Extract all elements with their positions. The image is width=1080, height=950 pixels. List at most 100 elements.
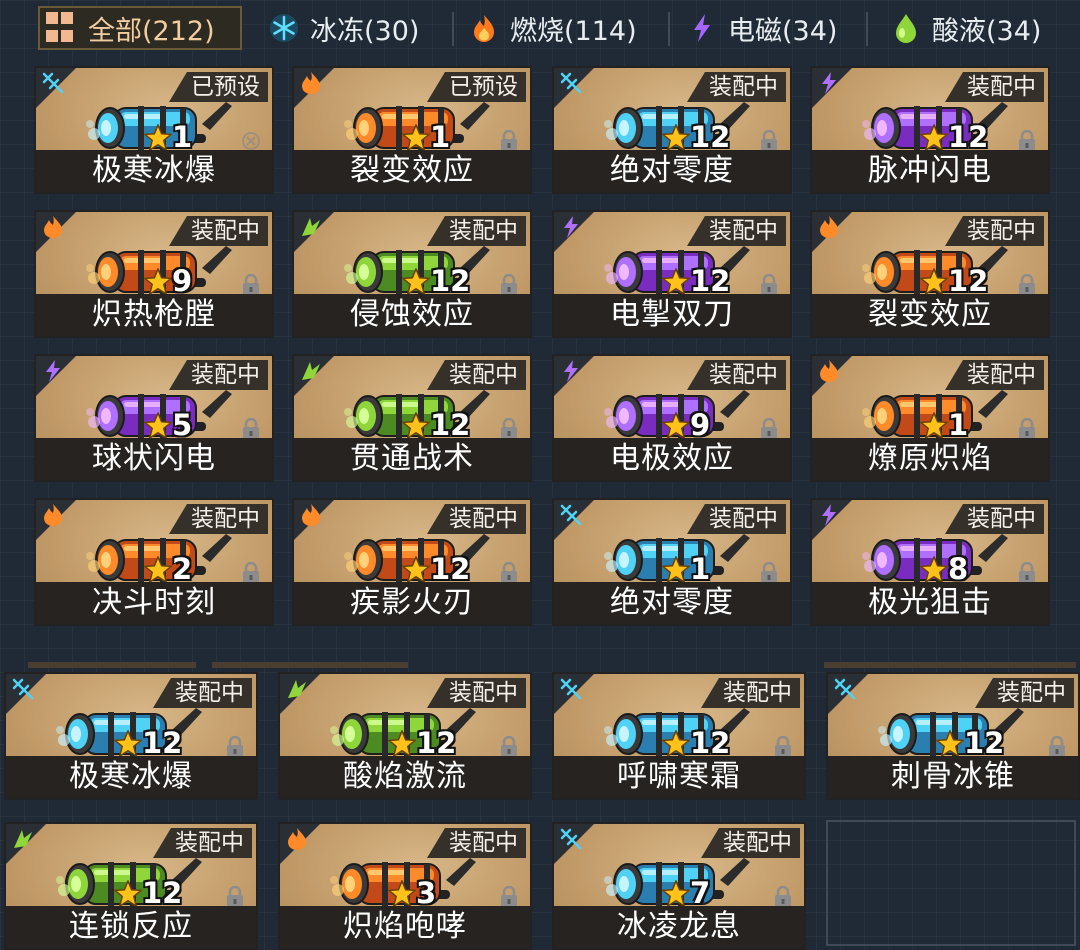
lightning-icon — [822, 504, 836, 526]
weapon-card[interactable]: 已预设 1 极寒冰爆 — [34, 66, 274, 194]
star-icon — [662, 124, 690, 152]
weapon-card[interactable]: 装配中 12 呼啸寒霜 — [552, 672, 806, 800]
weapon-card[interactable]: 装配中 9 电极效应 — [552, 354, 792, 482]
acid-drop-icon — [288, 680, 306, 698]
lock-icon[interactable] — [1046, 736, 1068, 758]
lock-icon[interactable] — [240, 274, 262, 296]
unlock-icon[interactable] — [240, 130, 262, 152]
flame-icon — [302, 72, 320, 94]
lock-icon[interactable] — [772, 736, 794, 758]
weapon-card[interactable]: 装配中 12 脉冲闪电 — [810, 66, 1050, 194]
lock-icon[interactable] — [772, 886, 794, 908]
lock-icon[interactable] — [758, 274, 780, 296]
filter-tab-ice[interactable]: 冰冻(30) — [268, 6, 419, 50]
star-icon — [388, 880, 416, 908]
lock-icon[interactable] — [498, 886, 520, 908]
star-icon — [388, 730, 416, 758]
lock-icon[interactable] — [758, 418, 780, 440]
filter-tab-fire[interactable]: 燃烧(114) — [468, 6, 637, 50]
lock-icon[interactable] — [1016, 418, 1038, 440]
weapon-level: 1 — [690, 552, 711, 586]
lock-icon[interactable] — [1016, 130, 1038, 152]
weapon-card[interactable]: 装配中 12 裂变效应 — [810, 210, 1050, 338]
weapon-level: 12 — [690, 264, 731, 298]
lock-icon[interactable] — [240, 418, 262, 440]
weapon-level: 2 — [172, 552, 193, 586]
weapon-level: 12 — [430, 264, 471, 298]
weapon-name: 绝对零度 — [554, 582, 790, 624]
lock-icon[interactable] — [498, 274, 520, 296]
star-icon — [144, 412, 172, 440]
weapon-level: 12 — [430, 552, 471, 586]
lock-icon[interactable] — [224, 886, 246, 908]
star-icon — [402, 556, 430, 584]
weapon-card[interactable]: 装配中 2 决斗时刻 — [34, 498, 274, 626]
tab-divider — [452, 12, 454, 46]
weapon-name: 炽热枪膛 — [36, 294, 272, 336]
star-icon — [144, 556, 172, 584]
weapon-name: 酸焰激流 — [280, 756, 530, 798]
lock-icon[interactable] — [498, 736, 520, 758]
lock-icon[interactable] — [498, 130, 520, 152]
weapon-level: 3 — [416, 876, 437, 910]
flame-icon — [288, 828, 306, 850]
weapon-card[interactable]: 装配中 12 极寒冰爆 — [4, 672, 258, 800]
lock-icon[interactable] — [1016, 562, 1038, 584]
weapon-card[interactable]: 装配中 1 绝对零度 — [552, 498, 792, 626]
lock-icon[interactable] — [498, 418, 520, 440]
filter-tab-all[interactable]: 全部(212) — [38, 6, 242, 50]
weapon-card[interactable]: 装配中 12 电掣双刀 — [552, 210, 792, 338]
section-divider — [212, 662, 408, 668]
lightning-icon — [46, 360, 60, 382]
weapon-card[interactable]: 装配中 12 绝对零度 — [552, 66, 792, 194]
acid-drop-icon — [896, 14, 916, 43]
lock-icon[interactable] — [758, 562, 780, 584]
grid-icon — [46, 12, 78, 44]
flame-icon — [820, 216, 838, 238]
star-icon — [144, 268, 172, 296]
weapon-level: 1 — [430, 120, 451, 154]
weapon-level: 8 — [948, 552, 969, 586]
tab-divider — [668, 12, 670, 46]
weapon-card[interactable]: 装配中 12 贯通战术 — [292, 354, 532, 482]
weapon-name: 极寒冰爆 — [6, 756, 256, 798]
weapon-level: 9 — [172, 264, 193, 298]
lock-icon[interactable] — [240, 562, 262, 584]
weapon-card[interactable]: 装配中 12 刺骨冰锥 — [826, 672, 1080, 800]
flame-icon — [44, 216, 62, 238]
weapon-card[interactable]: 装配中 9 炽热枪膛 — [34, 210, 274, 338]
weapon-card[interactable]: 装配中 12 酸焰激流 — [278, 672, 532, 800]
weapon-level: 12 — [690, 120, 731, 154]
flame-icon — [474, 15, 494, 42]
lock-icon[interactable] — [1016, 274, 1038, 296]
weapon-card[interactable]: 装配中 5 球状闪电 — [34, 354, 274, 482]
lightning-icon — [822, 72, 836, 94]
section-divider — [28, 662, 196, 668]
filter-tab-electric[interactable]: 电磁(34) — [686, 6, 837, 50]
weapon-name: 极寒冰爆 — [36, 150, 272, 192]
filter-tab-acid[interactable]: 酸液(34) — [890, 6, 1041, 50]
weapon-card[interactable]: 装配中 1 燎原炽焰 — [810, 354, 1050, 482]
weapon-name: 侵蚀效应 — [294, 294, 530, 336]
snowflake-icon — [560, 678, 582, 700]
weapon-card[interactable]: 装配中 8 极光狙击 — [810, 498, 1050, 626]
weapon-card[interactable]: 装配中 7 冰凌龙息 — [552, 822, 806, 950]
lock-icon[interactable] — [224, 736, 246, 758]
weapon-name: 疾影火刃 — [294, 582, 530, 624]
weapon-card[interactable]: 装配中 12 连锁反应 — [4, 822, 258, 950]
star-icon — [920, 412, 948, 440]
lock-icon[interactable] — [498, 562, 520, 584]
weapon-level: 12 — [948, 120, 989, 154]
weapon-level: 1 — [948, 408, 969, 442]
lock-icon[interactable] — [758, 130, 780, 152]
filter-tab-label: 酸液(34) — [932, 15, 1042, 47]
weapon-card[interactable]: 装配中 12 疾影火刃 — [292, 498, 532, 626]
weapon-name: 刺骨冰锥 — [828, 756, 1078, 798]
star-icon — [662, 880, 690, 908]
star-icon — [114, 880, 142, 908]
weapon-card[interactable]: 装配中 3 炽焰咆哮 — [278, 822, 532, 950]
weapon-card[interactable]: 装配中 12 侵蚀效应 — [292, 210, 532, 338]
weapon-name: 裂变效应 — [812, 294, 1048, 336]
weapon-card[interactable]: 已预设 1 裂变效应 — [292, 66, 532, 194]
star-icon — [662, 730, 690, 758]
